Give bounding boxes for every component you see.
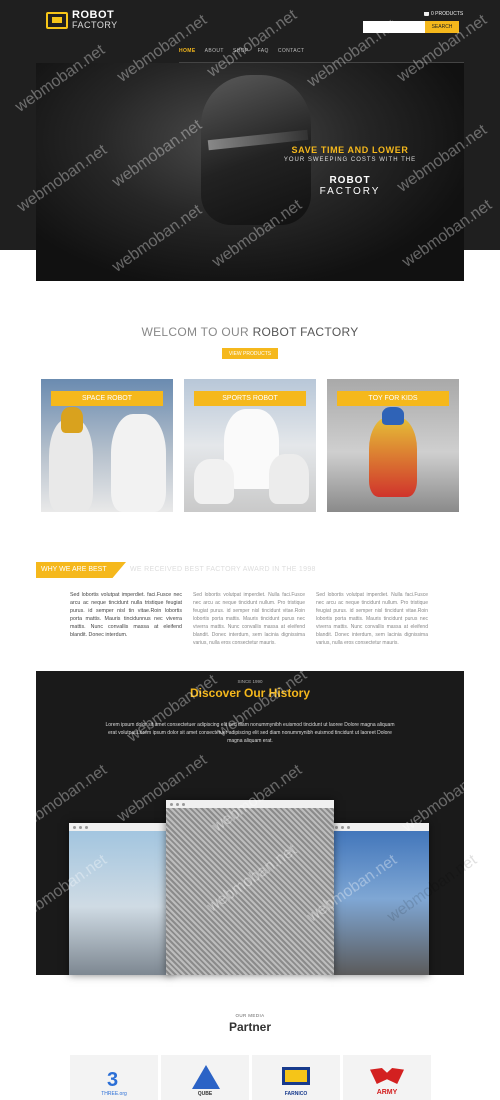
- why-tag: WHY WE ARE BEST: [36, 562, 126, 578]
- partner-logo-qube[interactable]: QUBE: [161, 1055, 249, 1100]
- history-section: SINCE 1990 Discover Our History Lorem ip…: [36, 671, 464, 975]
- main-nav: HOME ABOUT SHOP FAQ CONTACT: [179, 48, 304, 54]
- history-image-center: [166, 800, 334, 975]
- partner-logo-army[interactable]: ARMY: [343, 1055, 431, 1100]
- window-bar: [166, 800, 334, 808]
- logo-line-2: FACTORY: [72, 20, 118, 30]
- partner-name: QUBE: [197, 1091, 213, 1097]
- cart-icon: [424, 12, 429, 16]
- history-title: Discover Our History: [189, 686, 311, 700]
- window-bar: [69, 823, 173, 831]
- space-robot-helmet: [61, 407, 83, 433]
- history-body: Lorem ipsum dolor sit amet consectetuer …: [105, 722, 395, 744]
- hero-text: SAVE TIME AND LOWER YOUR SWEEPING COSTS …: [270, 145, 430, 197]
- why-text-3: Sed lobortis volutpat imperdiet. Nulla f…: [316, 592, 428, 646]
- why-text-2: Sed lobortis volutpat imperdiet. Nulla f…: [193, 592, 305, 646]
- robot-logo-icon: [46, 11, 68, 29]
- partner-title: Partner: [228, 1020, 272, 1034]
- hero-banner: SAVE TIME AND LOWER YOUR SWEEPING COSTS …: [36, 63, 464, 281]
- product-card-toy-for-kids[interactable]: TOY FOR KIDS: [327, 379, 459, 512]
- nav-faq[interactable]: FAQ: [258, 48, 269, 54]
- partner-kicker: OUR MEDIA: [235, 1013, 265, 1018]
- view-products-button[interactable]: VIEW PRODUCTS: [222, 348, 278, 359]
- hero-brand-line-1: ROBOT: [329, 175, 371, 186]
- history-kicker: SINCE 1990: [237, 679, 263, 684]
- history-image-left: [69, 823, 173, 975]
- window-bar: [331, 823, 429, 831]
- page: ROBOT FACTORY 0 PRODUCTS SEARCH HOME ABO…: [0, 0, 500, 1100]
- partner-name: ARMY: [376, 1089, 398, 1096]
- three-logo-icon: 3: [107, 1069, 119, 1091]
- toy-robot-head: [382, 407, 404, 425]
- logo-text: ROBOT FACTORY: [72, 10, 118, 30]
- hero-brand-line-2: FACTORY: [319, 186, 381, 197]
- qube-logo-icon: [192, 1065, 220, 1089]
- logo[interactable]: ROBOT FACTORY: [46, 10, 118, 30]
- why-title: WE RECEIVED BEST FACTORY AWARD IN THE 19…: [130, 566, 316, 573]
- partner-name: FARNICO: [284, 1091, 308, 1097]
- card-label: SPORTS ROBOT: [194, 391, 306, 406]
- nav-shop[interactable]: SHOP: [233, 48, 249, 54]
- army-logo-icon: [370, 1068, 404, 1084]
- search-input[interactable]: [363, 21, 425, 33]
- farnico-logo-icon: [282, 1067, 310, 1085]
- nav-about[interactable]: ABOUT: [205, 48, 224, 54]
- welcome-prefix: WELCOM TO OUR: [141, 325, 253, 339]
- card-label: SPACE ROBOT: [51, 391, 163, 406]
- sports-robot-image-3: [269, 454, 309, 504]
- welcome-heading: WELCOM TO OUR ROBOT FACTORY: [0, 325, 500, 339]
- partner-logo-farnico[interactable]: FARNICO: [252, 1055, 340, 1100]
- partner-name: THREE.org: [101, 1091, 127, 1097]
- why-text-1: Sed lobortis volutpat imperdiet. faci.Fu…: [70, 592, 182, 638]
- hero-subheadline: YOUR SWEEPING COSTS WITH THE: [283, 157, 417, 163]
- hero-headline: SAVE TIME AND LOWER: [291, 145, 409, 155]
- search-button[interactable]: SEARCH: [425, 21, 459, 33]
- history-image-right: [331, 823, 429, 975]
- nav-contact[interactable]: CONTACT: [278, 48, 305, 54]
- partner-logo-three[interactable]: 3 THREE.org: [70, 1055, 158, 1100]
- card-label: TOY FOR KIDS: [337, 391, 449, 406]
- astronaut-suit-image: [111, 414, 166, 512]
- nav-home[interactable]: HOME: [179, 48, 196, 54]
- product-card-space-robot[interactable]: SPACE ROBOT: [41, 379, 173, 512]
- sports-robot-image-2: [194, 459, 234, 504]
- cart-count: 0 PRODUCTS: [431, 11, 464, 17]
- welcome-highlight: ROBOT FACTORY: [252, 325, 359, 339]
- product-card-sports-robot[interactable]: SPORTS ROBOT: [184, 379, 316, 512]
- toy-robot-image: [369, 417, 417, 497]
- cart-link[interactable]: 0 PRODUCTS: [424, 11, 463, 17]
